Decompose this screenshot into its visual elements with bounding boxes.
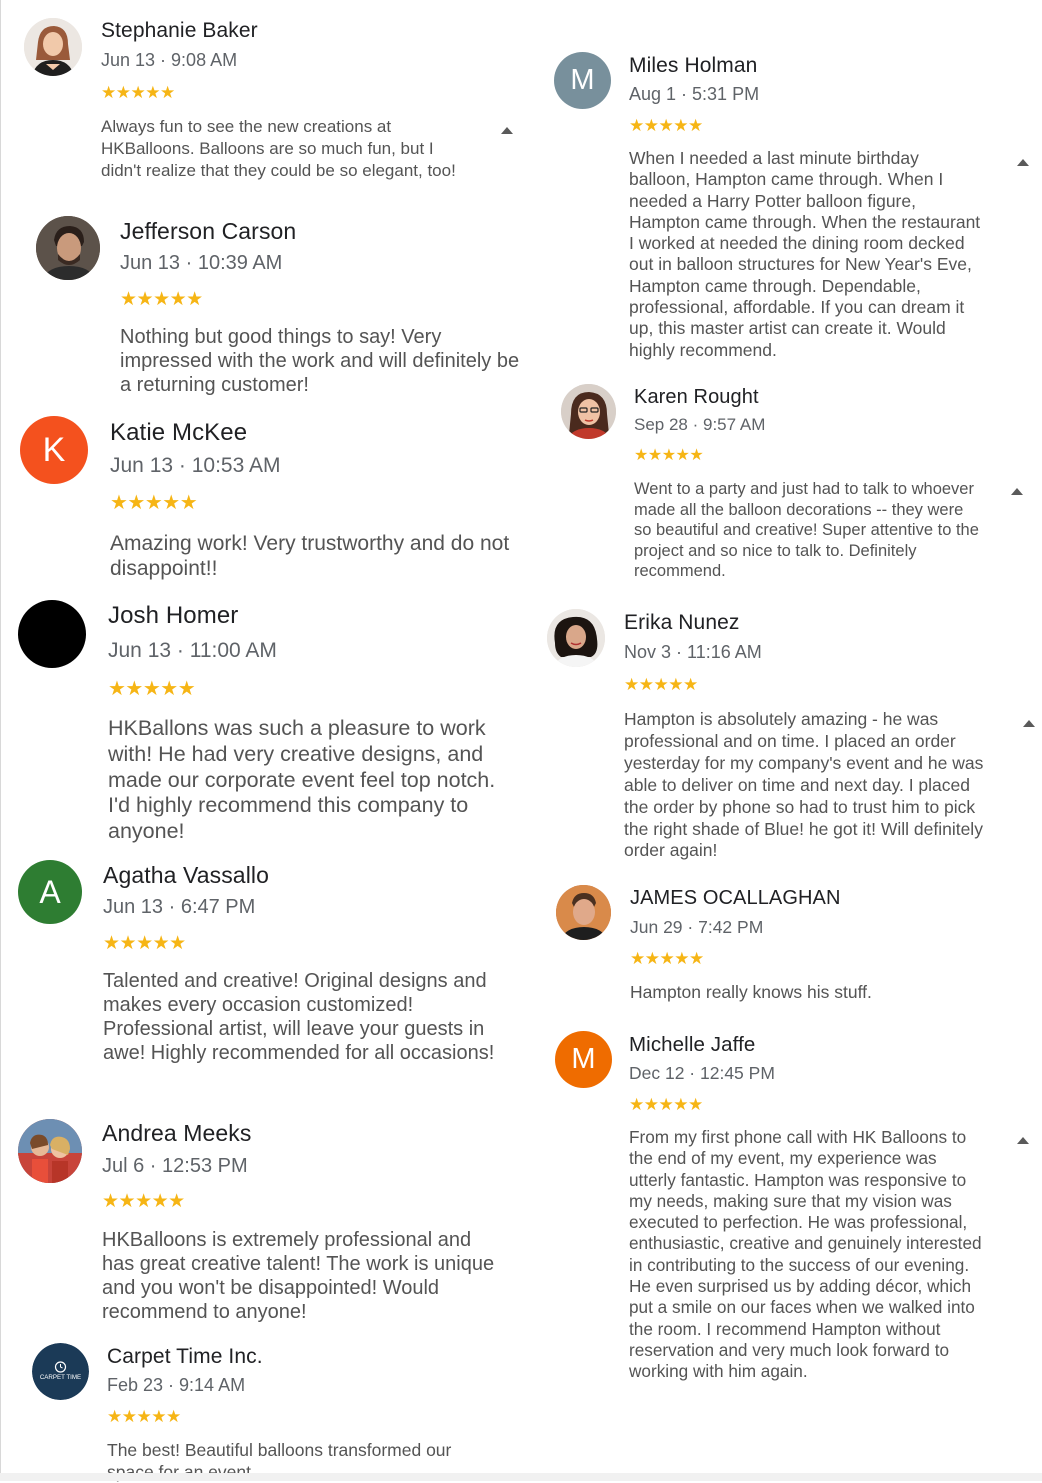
collapse-icon[interactable] [1011, 488, 1023, 495]
review-date: Sep 28 · 9:57 AM [634, 415, 766, 434]
star-rating: ★★★★★ [107, 1407, 181, 1426]
avatar[interactable]: K [20, 416, 88, 484]
reviewer-name[interactable]: Katie McKee [110, 419, 247, 447]
reviewer-name[interactable]: Carpet Time Inc. [107, 1345, 263, 1369]
review-james-ocallaghan: JAMES OCALLAGHAN Jun 29 · 7:42 PM ★★★★★ … [540, 875, 1040, 1023]
company-logo-icon: CARPET TIME [32, 1343, 89, 1400]
avatar[interactable] [36, 216, 100, 280]
reviewer-name[interactable]: Michelle Jaffe [629, 1033, 755, 1057]
collapse-icon[interactable] [501, 127, 513, 134]
review-stephanie-baker: Stephanie Baker Jun 13 · 9:08 AM ★★★★★ A… [0, 0, 520, 210]
reviewer-name[interactable]: Andrea Meeks [102, 1120, 252, 1147]
review-miles-holman: M Miles Holman Aug 1 · 5:31 PM ★★★★★ Whe… [540, 40, 1040, 375]
review-text: Talented and creative! Original designs … [103, 970, 495, 1064]
review-date: Jun 13 · 6:47 PM [103, 896, 256, 918]
star-rating: ★★★★★ [634, 447, 704, 464]
review-date: Jul 6 · 12:53 PM [102, 1155, 248, 1177]
star-rating: ★★★★★ [110, 492, 198, 514]
star-rating: ★★★★★ [103, 933, 186, 954]
review-text: When I needed a last minute birthday bal… [629, 148, 981, 360]
review-date: Dec 12 · 12:45 PM [629, 1063, 775, 1083]
star-rating: ★★★★★ [629, 116, 703, 135]
profile-photo-icon [18, 1119, 82, 1183]
avatar[interactable] [556, 885, 611, 940]
review-carpet-time: CARPET TIME Carpet Time Inc. Feb 23 · 9:… [0, 1338, 520, 1482]
avatar-initial: M [571, 1043, 596, 1075]
review-text: Hampton really knows his stuff. [630, 982, 872, 1002]
review-date: Jun 29 · 7:42 PM [630, 917, 764, 937]
avatar[interactable]: M [554, 52, 611, 109]
review-text: Always fun to see the new creations at H… [101, 117, 456, 180]
review-andrea-meeks: Andrea Meeks Jul 6 · 12:53 PM ★★★★★ HKBa… [0, 1110, 520, 1338]
avatar-initial: A [39, 873, 61, 910]
profile-photo-icon [561, 384, 616, 439]
reviewer-name[interactable]: Agatha Vassallo [103, 862, 269, 889]
reviewer-name[interactable]: Jefferson Carson [120, 218, 296, 245]
review-text: Nothing but good things to say! Very imp… [120, 326, 520, 396]
review-josh-homer: Josh Homer Jun 13 · 11:00 AM ★★★★★ HKBal… [0, 590, 520, 852]
collapse-icon[interactable] [1023, 720, 1035, 727]
profile-photo-icon [36, 216, 100, 280]
bottom-strip [0, 1473, 1042, 1481]
collapse-icon[interactable] [1017, 159, 1029, 166]
review-erika-nunez: Erika Nunez Nov 3 · 11:16 AM ★★★★★ Hampt… [540, 600, 1040, 875]
star-rating: ★★★★★ [630, 949, 704, 968]
review-text: Went to a party and just had to talk to … [634, 480, 979, 581]
logo-text: CARPET TIME [40, 1374, 81, 1381]
review-date: Nov 3 · 11:16 AM [624, 642, 762, 662]
review-date: Jun 13 · 10:39 AM [120, 252, 283, 274]
review-date: Feb 23 · 9:14 AM [107, 1375, 246, 1395]
review-karen-rought: Karen Rought Sep 28 · 9:57 AM ★★★★★ Went… [540, 375, 1040, 600]
avatar[interactable]: M [555, 1031, 612, 1088]
star-rating: ★★★★★ [624, 675, 698, 694]
review-text: Amazing work! Very trustworthy and do no… [110, 532, 510, 580]
review-date: Jun 13 · 10:53 AM [110, 454, 281, 477]
avatar-initial: K [42, 430, 66, 469]
star-rating: ★★★★★ [101, 83, 175, 102]
reviewer-name[interactable]: Karen Rought [634, 386, 759, 409]
profile-photo-icon [24, 18, 82, 76]
reviewer-name[interactable]: Josh Homer [108, 602, 238, 630]
reviewer-name[interactable]: Stephanie Baker [101, 19, 258, 43]
review-date: Jun 13 · 9:08 AM [101, 50, 238, 70]
review-text: HKBallons was such a pleasure to work wi… [108, 716, 496, 844]
review-text: HKBalloons is extremely professional and… [102, 1229, 495, 1323]
avatar[interactable]: A [18, 860, 82, 924]
star-rating: ★★★★★ [102, 1191, 185, 1212]
review-date: Jun 13 · 11:00 AM [108, 639, 277, 662]
profile-photo-icon [556, 885, 611, 940]
avatar[interactable] [561, 384, 616, 439]
review-michelle-jaffe: M Michelle Jaffe Dec 12 · 12:45 PM ★★★★★… [540, 1023, 1040, 1473]
avatar[interactable] [18, 1119, 82, 1183]
avatar[interactable] [547, 609, 605, 667]
star-rating: ★★★★★ [120, 289, 203, 310]
reviewer-name[interactable]: Erika Nunez [624, 611, 739, 635]
collapse-icon[interactable] [1017, 1137, 1029, 1144]
avatar[interactable] [18, 600, 86, 668]
star-rating: ★★★★★ [108, 678, 196, 700]
review-katie-mckee: K Katie McKee Jun 13 · 10:53 AM ★★★★★ Am… [0, 410, 520, 590]
review-text: From my first phone call with HK Balloon… [629, 1127, 982, 1382]
review-jefferson-carson: Jefferson Carson Jun 13 · 10:39 AM ★★★★★… [0, 210, 520, 410]
review-date: Aug 1 · 5:31 PM [629, 84, 760, 104]
reviewer-name[interactable]: Miles Holman [629, 54, 757, 78]
review-text: Hampton is absolutely amazing - he was p… [624, 709, 984, 861]
avatar[interactable]: CARPET TIME [32, 1343, 89, 1400]
avatar[interactable] [24, 18, 82, 76]
review-agatha-vassallo: A Agatha Vassallo Jun 13 · 6:47 PM ★★★★★… [0, 852, 520, 1110]
profile-photo-icon [547, 609, 605, 667]
reviewer-name[interactable]: JAMES OCALLAGHAN [630, 887, 841, 910]
avatar-initial: M [570, 64, 595, 96]
star-rating: ★★★★★ [629, 1095, 703, 1114]
